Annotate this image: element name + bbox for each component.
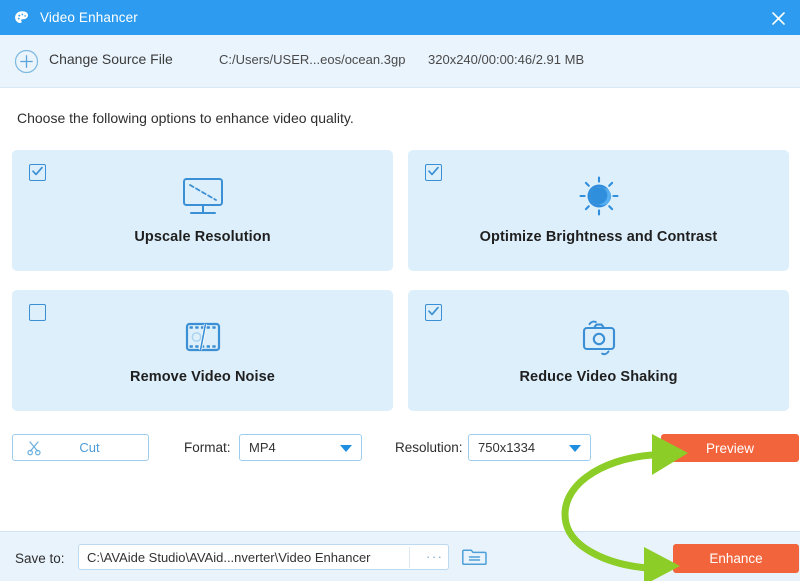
resolution-value: 750x1334	[478, 440, 536, 455]
film-strip-icon	[12, 316, 393, 360]
palette-icon	[13, 9, 31, 27]
open-folder-icon[interactable]	[461, 544, 488, 569]
option-label: Optimize Brightness and Contrast	[479, 229, 718, 245]
title-bar: Video Enhancer	[0, 0, 800, 35]
divider	[409, 547, 410, 568]
option-card-reduce-video-shaking[interactable]: Reduce Video Shaking	[408, 290, 789, 411]
source-file-meta: 320x240/00:00:46/2.91 MB	[428, 52, 585, 67]
change-source-file-button[interactable]: Change Source File	[49, 51, 173, 67]
resolution-label: Resolution:	[395, 440, 463, 455]
camera-stabilize-icon	[408, 316, 789, 360]
cut-button-label: Cut	[79, 440, 100, 455]
format-label: Format:	[184, 440, 231, 455]
cut-button[interactable]: Cut	[12, 434, 149, 461]
output-path-input[interactable]: C:\AVAide Studio\AVAid...nverter\Video E…	[78, 544, 449, 570]
plus-circle-icon[interactable]	[14, 49, 39, 74]
source-file-path: C:/Users/USER...eos/ocean.3gp	[219, 52, 406, 67]
option-label: Reduce Video Shaking	[519, 369, 678, 385]
format-select[interactable]: MP4	[239, 434, 362, 461]
close-icon[interactable]	[766, 6, 790, 30]
browse-button[interactable]: ···	[426, 549, 444, 564]
option-card-optimize-brightness-and-contrast[interactable]: Optimize Brightness and Contrast	[408, 150, 789, 271]
resolution-select[interactable]: 750x1334	[468, 434, 591, 461]
format-value: MP4	[249, 440, 276, 455]
video-enhancer-window: Video Enhancer Change Source File C:/Use…	[0, 0, 800, 581]
instruction-text: Choose the following options to enhance …	[17, 110, 354, 126]
option-label: Remove Video Noise	[130, 369, 275, 385]
option-card-upscale-resolution[interactable]: Upscale Resolution	[12, 150, 393, 271]
window-title: Video Enhancer	[40, 10, 138, 25]
chevron-down-icon[interactable]	[569, 445, 581, 452]
source-file-bar: Change Source File C:/Users/USER...eos/o…	[0, 35, 800, 88]
chevron-down-icon[interactable]	[340, 445, 352, 452]
enhance-button[interactable]: Enhance	[673, 544, 799, 573]
option-card-remove-video-noise[interactable]: Remove Video Noise	[12, 290, 393, 411]
monitor-upscale-icon	[12, 176, 393, 220]
output-path-value: C:\AVAide Studio\AVAid...nverter\Video E…	[87, 550, 371, 565]
option-label: Upscale Resolution	[134, 229, 271, 245]
preview-button[interactable]: Preview	[661, 434, 799, 462]
save-to-label: Save to:	[15, 551, 65, 566]
sun-brightness-icon	[408, 176, 789, 220]
